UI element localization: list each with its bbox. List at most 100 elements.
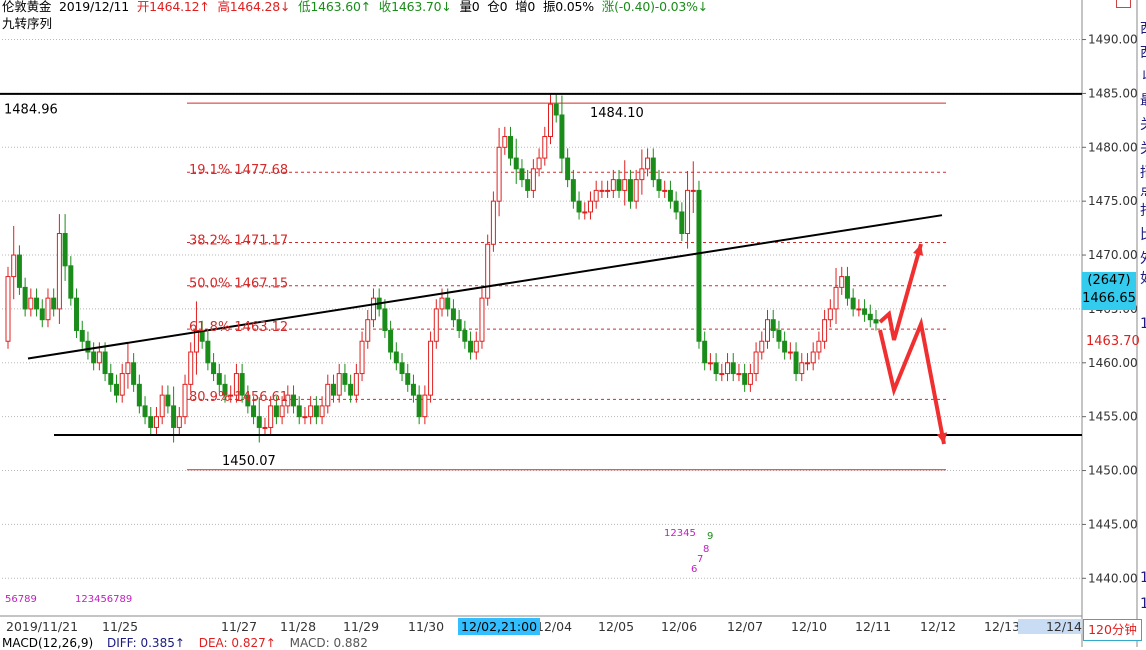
high-price: 高1464.28↓	[217, 0, 291, 14]
candle-body	[862, 308, 868, 315]
peak-label: 1484.10	[590, 106, 644, 121]
fib-level-label: 61.8% 1463.12	[189, 320, 288, 335]
candle-body	[348, 383, 354, 396]
nine-seq-label: 56789	[5, 594, 37, 605]
macd-diff: DIFF: 0.385↑	[106, 636, 185, 650]
candle-body	[839, 276, 845, 288]
candle-body	[405, 373, 411, 385]
price-change: 涨(-0.40)-0.03%↓	[601, 0, 709, 14]
quote-header: 伦敦黄金 2019/12/11 开1464.12↑ 高1464.28↓ 低146…	[2, 0, 712, 15]
open-price: 开1464.12↑	[136, 0, 210, 14]
date-label: 11/29	[343, 619, 380, 634]
date-label: 11/28	[280, 619, 317, 634]
candle-body	[39, 308, 45, 321]
candle-body	[582, 211, 588, 214]
candle-body	[353, 373, 359, 396]
price-tick-label: 1460.00	[1088, 356, 1138, 370]
period-selector[interactable]: 120分钟	[1083, 619, 1142, 641]
price-chart[interactable]: 1490.001485.001480.001475.001470.001465.…	[0, 0, 1146, 647]
trend-line	[27, 214, 943, 360]
candle-body	[725, 362, 731, 375]
close-price: 收1463.70↓	[378, 0, 452, 14]
candle-body	[148, 416, 154, 428]
candle-body	[308, 405, 314, 418]
candle-body	[713, 362, 719, 375]
candle-body	[188, 351, 194, 385]
candle-body	[536, 157, 542, 170]
nine-seq-label: 123456789	[75, 594, 133, 605]
candle-body	[388, 329, 394, 353]
current-price: 1466.65	[1082, 291, 1136, 306]
candle-body	[587, 200, 593, 213]
axis-partial-label: 1	[1140, 596, 1146, 612]
candle-body	[753, 351, 759, 375]
price-tick-label: 1490.00	[1088, 33, 1138, 47]
candle-body	[16, 254, 22, 288]
candle-body	[142, 405, 148, 418]
candle-body	[548, 103, 553, 138]
candle-body	[605, 189, 611, 192]
candle-body	[342, 373, 348, 385]
candle-body	[696, 189, 702, 342]
selected-date-marker: 12/02,21:00	[458, 618, 541, 635]
candle-body	[599, 189, 605, 192]
side-panel-text: 西	[1140, 18, 1146, 38]
candle-body	[702, 340, 708, 364]
candle-body	[211, 362, 217, 375]
macd-title[interactable]: MACD(12,26,9)	[2, 636, 93, 650]
candle-body	[525, 179, 531, 191]
candle-body	[662, 189, 668, 192]
date-label: 12/10	[791, 619, 828, 634]
candle-body	[479, 297, 485, 342]
candle-body	[776, 329, 782, 342]
candle-body	[719, 373, 725, 376]
side-panel-text: 西	[1140, 42, 1146, 62]
candle-body	[850, 297, 856, 310]
side-panel-text: 点	[1140, 180, 1146, 200]
candle-body	[468, 340, 474, 353]
fib-level-label: 38.2% 1471.17	[189, 233, 288, 248]
low-label: 1450.07	[222, 454, 276, 469]
volume: 量0	[459, 0, 480, 14]
axis-partial-label: 1	[1140, 570, 1146, 586]
last-price-label: 1463.70	[1086, 334, 1140, 349]
candle-body	[616, 179, 622, 191]
candle-body	[319, 405, 325, 418]
candle-body	[856, 308, 862, 311]
macd-dea: DEA: 0.827↑	[198, 636, 276, 650]
projection-arrow-down	[878, 317, 946, 445]
candle-body	[365, 319, 371, 342]
candle-body	[673, 200, 679, 213]
candle-body	[622, 179, 628, 191]
candle-body	[336, 373, 342, 396]
candle-body	[331, 383, 336, 396]
date-label: 12/12	[920, 619, 957, 634]
candle-body	[679, 211, 685, 234]
nine-seq-label: 7	[697, 554, 704, 565]
candle-body	[513, 157, 519, 170]
candle-body	[273, 405, 279, 418]
quote-date: 2019/12/11	[58, 0, 130, 14]
date-label: 12/14	[1018, 619, 1082, 634]
candle-body	[822, 319, 828, 342]
date-label: 11/27	[221, 619, 258, 634]
candle-body	[325, 383, 331, 407]
candle-body	[62, 232, 68, 267]
candle-body	[262, 426, 268, 429]
candle-body	[690, 189, 696, 192]
price-tick-label: 1445.00	[1088, 517, 1138, 531]
nine-seq-label: 12345	[664, 528, 696, 539]
candle-body	[159, 394, 165, 418]
candle-body	[68, 265, 74, 299]
candle-body	[730, 362, 736, 375]
candle-body	[508, 136, 514, 159]
window-restore-icon[interactable]	[1116, 0, 1131, 8]
candle-body	[268, 405, 274, 428]
candle-body	[171, 405, 177, 428]
low-price: 低1463.60↑	[298, 0, 371, 14]
candle-body	[291, 394, 297, 407]
candle-body	[119, 373, 125, 396]
candle-body	[182, 383, 188, 418]
candle-body	[576, 200, 582, 213]
side-panel-text: 最	[1140, 90, 1146, 110]
